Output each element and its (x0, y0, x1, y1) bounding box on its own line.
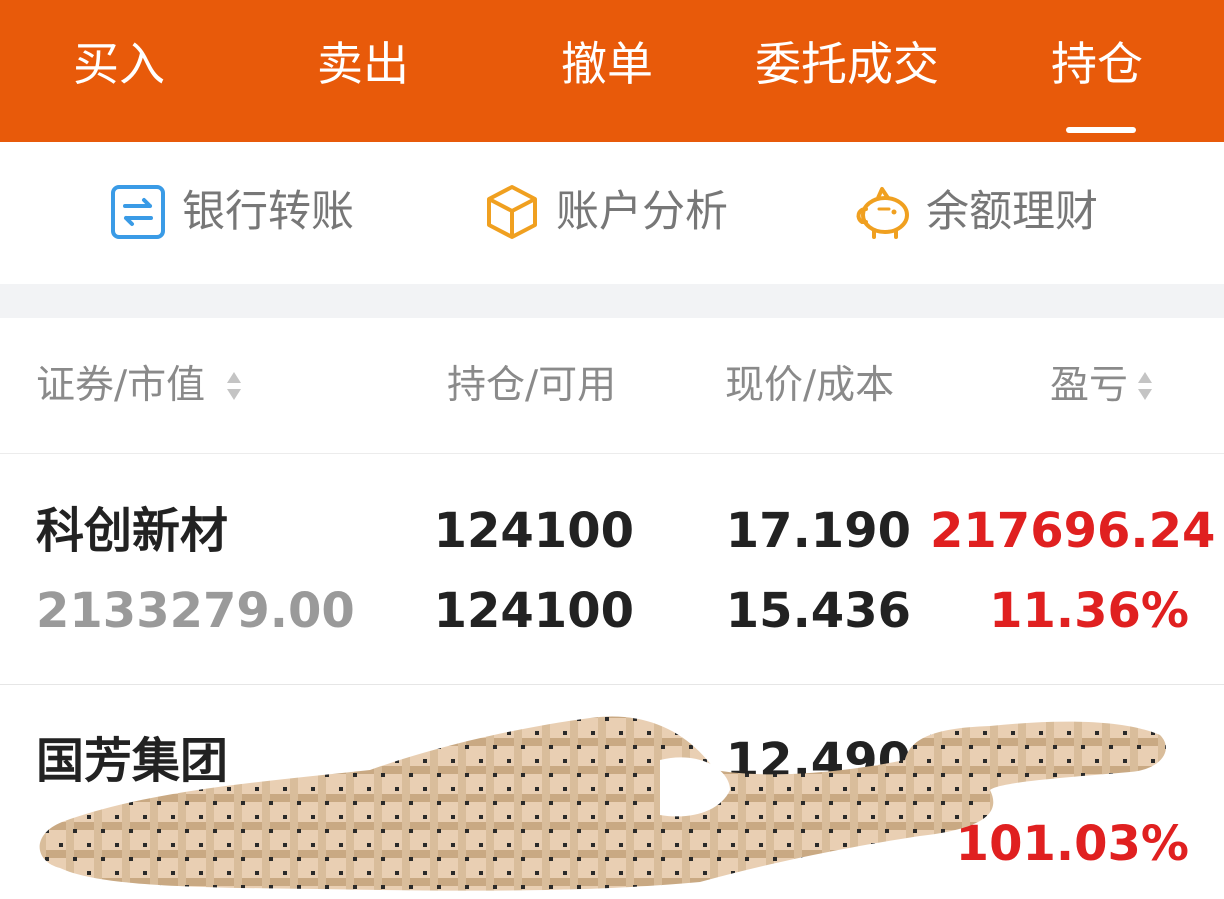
redaction-scribble (39, 716, 1166, 891)
bank-transfer-icon (111, 185, 165, 239)
sort-icon[interactable] (1137, 366, 1153, 406)
header-price-cost: 现价/成本 (725, 363, 895, 408)
tab-sell[interactable]: 卖出 (317, 34, 409, 94)
box-icon (487, 185, 537, 239)
tab-cancel-order[interactable]: 撤单 (561, 34, 653, 94)
tab-positions[interactable]: 持仓 (1051, 34, 1143, 94)
tab-orders-trades[interactable]: 委托成交 (755, 34, 939, 94)
position-qty: 124100 (433, 503, 634, 559)
tab-buy[interactable]: 买入 (73, 34, 165, 94)
balance-finance-label: 余额理财 (926, 187, 1098, 237)
header-security-market-value[interactable]: 证券/市值 (36, 358, 205, 414)
available-qty: 124100 (433, 583, 634, 639)
market-value: 2133279.00 (36, 583, 355, 639)
sort-icon[interactable] (226, 366, 242, 406)
holdings-header: 证券/市值 持仓/可用 现价/成本 盈亏 (0, 318, 1224, 454)
quick-actions-bar: 银行转账 账户分析 余额理财 (0, 142, 1224, 284)
active-tab-indicator (1066, 127, 1136, 133)
cost-price: 15.436 (725, 583, 911, 639)
bank-transfer-label: 银行转账 (182, 187, 354, 237)
header-profit-loss[interactable]: 盈亏 (1050, 358, 1128, 414)
profit-loss-amount: 217696.24 (930, 503, 1216, 559)
profit-loss-percent: 11.36% (989, 583, 1189, 639)
header-position-available: 持仓/可用 (447, 363, 617, 408)
table-row[interactable]: 科创新材 2133279.00 124100 124100 17.190 15.… (0, 455, 1224, 684)
piggy-bank-icon (856, 187, 909, 239)
current-price: 17.190 (725, 503, 911, 559)
security-name: 科创新材 (36, 503, 229, 559)
top-tab-bar: 买入 卖出 撤单 委托成交 持仓 (0, 0, 1224, 142)
account-analysis-label: 账户分析 (556, 187, 728, 237)
section-separator (0, 284, 1224, 318)
